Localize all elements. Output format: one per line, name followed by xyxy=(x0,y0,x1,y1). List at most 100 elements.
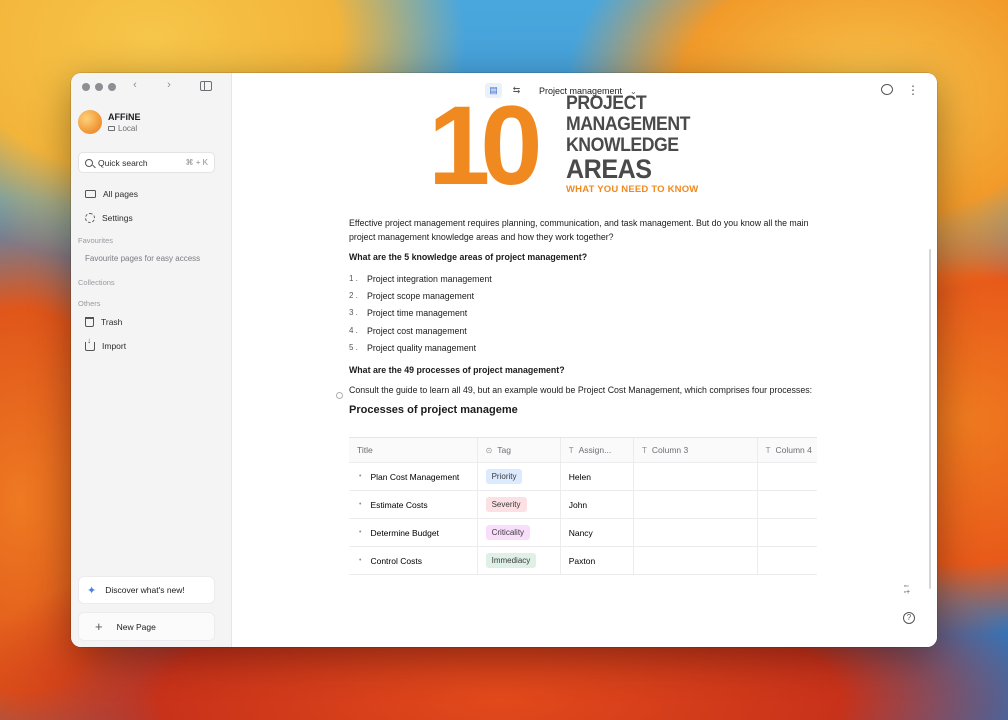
column-4-cell[interactable] xyxy=(758,519,817,546)
scrollbar[interactable] xyxy=(929,249,931,589)
text-type-icon: T xyxy=(641,445,647,455)
table-title[interactable]: Processes of project manageme xyxy=(349,403,819,417)
workspace-name: AFFiNE xyxy=(108,111,141,122)
table-header-row: Title ⊙ Tag T Assign... T Column 3 T Column … xyxy=(349,438,817,463)
editor-area: ▤ ⇆ Project management ⌄ ⋮ 10 PROJECT MA… xyxy=(232,73,937,647)
list-item[interactable]: 5 . Project quality management xyxy=(349,340,819,357)
assignee-cell[interactable]: John xyxy=(561,491,634,518)
sidebar-item-label: Settings xyxy=(102,213,133,223)
sidebar-item-all-pages[interactable]: All pages xyxy=(85,189,138,199)
list-item[interactable]: 4 . Project cost management xyxy=(349,322,819,339)
column-4-cell[interactable] xyxy=(758,547,817,574)
workspace-switcher[interactable]: AFFiNE Local xyxy=(78,110,141,134)
tag-cell[interactable]: Severity xyxy=(478,491,561,518)
database-table: Title ⊙ Tag T Assign... T Column 3 T Column … xyxy=(349,437,817,575)
comment-icon[interactable] xyxy=(881,84,893,95)
workspace-avatar xyxy=(78,110,102,134)
column-header-column-3[interactable]: T Column 3 xyxy=(634,438,758,462)
list-item[interactable]: 1 . Project integration management xyxy=(349,270,819,287)
hero-word: KNOWLEDGE xyxy=(566,135,679,156)
table-row[interactable]: • Determine Budget Criticality Nancy xyxy=(349,519,817,547)
sparkle-icon: ✦ xyxy=(87,584,97,597)
sidebar-item-label: Trash xyxy=(101,317,123,327)
list-item[interactable]: 2 . Project scope management xyxy=(349,287,819,304)
tag-cell[interactable]: Criticality xyxy=(478,519,561,546)
favourites-empty-text: Favourite pages for easy access xyxy=(85,254,201,263)
column-3-cell[interactable] xyxy=(634,519,758,546)
column-header-title[interactable]: Title xyxy=(349,438,478,462)
column-header-column-4[interactable]: T Column 4 xyxy=(758,438,817,462)
hero-image: 10 PROJECT MANAGEMENT KNOWLEDGE AREAS WH… xyxy=(428,90,703,202)
close-window-button[interactable] xyxy=(82,83,90,91)
title-cell[interactable]: • Plan Cost Management xyxy=(349,463,478,490)
hero-word: MANAGEMENT xyxy=(566,114,690,135)
row-bullet-icon: • xyxy=(359,529,362,536)
sidebar-toggle-icon[interactable] xyxy=(200,81,212,91)
text-type-icon: T xyxy=(765,445,771,455)
sidebar-item-trash[interactable]: Trash xyxy=(85,317,122,327)
tag-badge: Priority xyxy=(485,469,523,484)
new-page-button[interactable]: + New Page xyxy=(78,612,215,641)
assignee-cell[interactable]: Helen xyxy=(561,463,634,490)
column-header-tag[interactable]: ⊙ Tag xyxy=(478,438,561,462)
column-3-cell[interactable] xyxy=(634,463,758,490)
hero-subtitle: WHAT YOU NEED TO KNOW xyxy=(566,184,699,195)
sidebar-item-settings[interactable]: Settings xyxy=(85,213,133,223)
column-4-cell[interactable] xyxy=(758,463,817,490)
collections-section-label[interactable]: Collections xyxy=(78,278,115,287)
text-type-icon: T xyxy=(568,445,574,455)
tag-cell[interactable]: Priority xyxy=(478,463,561,490)
new-page-label: New Page xyxy=(116,621,156,632)
folder-icon xyxy=(85,190,96,198)
title-cell[interactable]: • Control Costs xyxy=(349,547,478,574)
knowledge-areas-list: 1 . Project integration management 2 . Pro… xyxy=(349,270,819,357)
more-options-icon[interactable]: ⋮ xyxy=(907,84,919,96)
quick-search-label: Quick search xyxy=(98,157,148,168)
table-row[interactable]: • Control Costs Immediacy Paxton xyxy=(349,547,817,575)
plus-icon: + xyxy=(95,619,103,634)
block-drag-handle[interactable] xyxy=(336,392,343,399)
tag-icon: ⊙ xyxy=(485,445,493,455)
title-cell[interactable]: • Estimate Costs xyxy=(349,491,478,518)
intro-paragraph[interactable]: Effective project management requires pl… xyxy=(349,216,819,244)
minimize-window-button[interactable] xyxy=(95,83,103,91)
discover-label: Discover what's new! xyxy=(105,585,185,595)
column-header-assign[interactable]: T Assign... xyxy=(561,438,634,462)
sidebar-item-label: All pages xyxy=(103,189,138,199)
tag-cell[interactable]: Immediacy xyxy=(478,547,561,574)
table-row[interactable]: • Estimate Costs Severity John xyxy=(349,491,817,519)
column-3-cell[interactable] xyxy=(634,547,758,574)
app-window: ‹ › AFFiNE Local Quick search ⌘ + K All … xyxy=(71,73,937,647)
workspace-location: Local xyxy=(118,123,138,133)
discover-whats-new-button[interactable]: ✦ Discover what's new! xyxy=(78,576,215,604)
list-item[interactable]: 3 . Project time management xyxy=(349,305,819,322)
table-row[interactable]: • Plan Cost Management Priority Helen xyxy=(349,463,817,491)
title-cell[interactable]: • Determine Budget xyxy=(349,519,478,546)
sidebar: ‹ › AFFiNE Local Quick search ⌘ + K All … xyxy=(71,73,232,647)
gear-icon xyxy=(85,213,95,223)
others-section-label: Others xyxy=(78,299,101,308)
question-heading[interactable]: What are the 5 knowledge areas of projec… xyxy=(349,250,819,264)
document-body[interactable]: Effective project management requires pl… xyxy=(349,216,819,425)
add-block-grid-icon[interactable] xyxy=(904,584,915,596)
quick-search-shortcut: ⌘ + K xyxy=(185,158,208,167)
window-controls xyxy=(82,83,116,91)
tag-badge: Severity xyxy=(485,497,527,512)
forward-arrow-icon[interactable]: › xyxy=(162,79,176,91)
favourites-section-label: Favourites xyxy=(78,236,114,245)
hero-word: PROJECT xyxy=(566,93,647,114)
sidebar-item-import[interactable]: Import xyxy=(85,336,126,351)
assignee-cell[interactable]: Paxton xyxy=(561,547,634,574)
hero-number: 10 xyxy=(428,83,543,208)
column-3-cell[interactable] xyxy=(634,491,758,518)
column-4-cell[interactable] xyxy=(758,491,817,518)
monitor-icon xyxy=(108,125,115,131)
table-body: • Plan Cost Management Priority Helen • Estim… xyxy=(349,463,817,575)
consult-paragraph[interactable]: Consult the guide to learn all 49, but a… xyxy=(349,383,819,397)
help-icon[interactable]: ? xyxy=(903,612,915,624)
zoom-window-button[interactable] xyxy=(108,83,116,91)
back-arrow-icon[interactable]: ‹ xyxy=(128,79,142,91)
question-heading[interactable]: What are the 49 processes of project man… xyxy=(349,363,819,377)
quick-search-button[interactable]: Quick search ⌘ + K xyxy=(78,152,215,173)
assignee-cell[interactable]: Nancy xyxy=(561,519,634,546)
